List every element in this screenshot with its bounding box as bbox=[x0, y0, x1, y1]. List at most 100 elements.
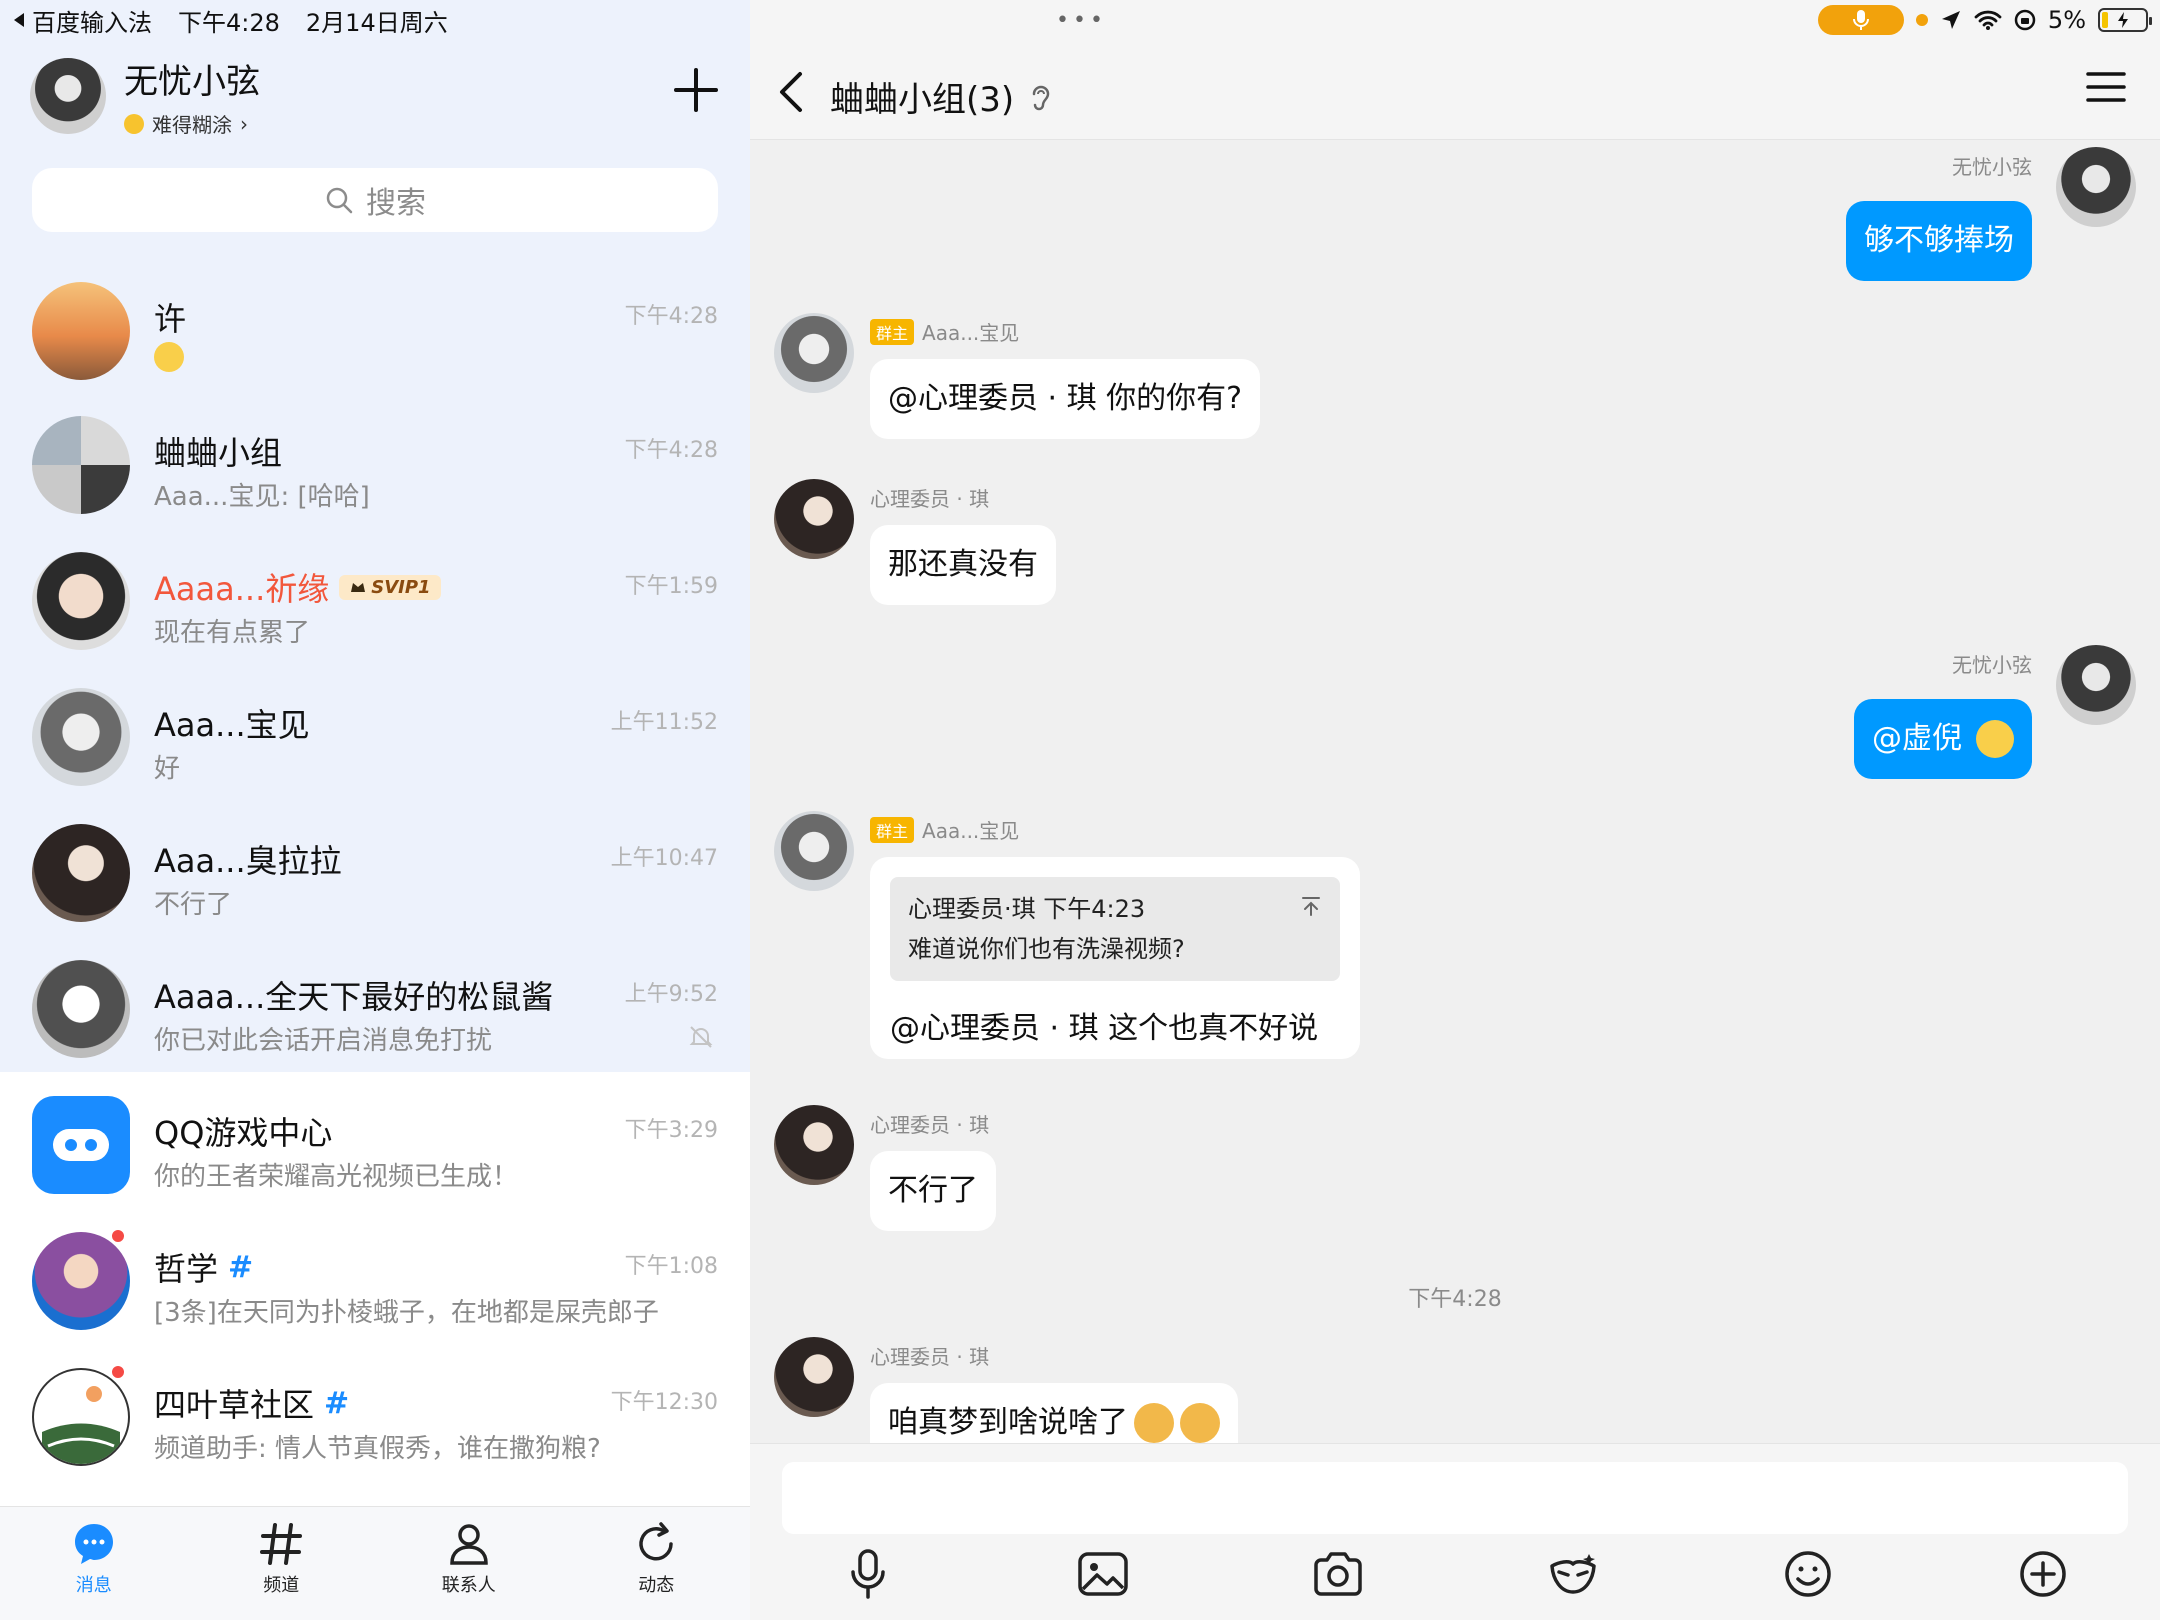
message-bubble[interactable]: 够不够捧场 bbox=[1846, 201, 2032, 281]
message-bubble[interactable]: @心理委员 · 琪 你的你有? bbox=[870, 359, 1261, 439]
my-avatar[interactable] bbox=[30, 58, 106, 134]
orientation-lock-icon bbox=[2014, 9, 2036, 31]
search-placeholder: 搜索 bbox=[366, 186, 426, 221]
hamburger-menu-icon bbox=[2086, 72, 2126, 102]
emoji-button[interactable] bbox=[1780, 1546, 1836, 1602]
back-button[interactable] bbox=[776, 70, 806, 114]
battery-percent: 5% bbox=[2047, 6, 2086, 34]
sender-avatar[interactable] bbox=[774, 313, 854, 393]
conversation-preview: Aaa...宝见: [哈哈] bbox=[154, 482, 370, 512]
conversation-item[interactable]: Aaa...臭拉拉 不行了 上午10:47 bbox=[0, 800, 750, 934]
search-input[interactable]: 搜索 bbox=[32, 168, 718, 232]
multitasking-dots[interactable]: ••• bbox=[1056, 8, 1107, 33]
message-bubble[interactable]: 咱真梦到啥说啥了 bbox=[870, 1383, 1238, 1443]
conversation-preview bbox=[154, 342, 184, 379]
message-input[interactable] bbox=[782, 1462, 2128, 1534]
sticker-button[interactable] bbox=[1545, 1546, 1601, 1602]
input-bar bbox=[750, 1443, 2160, 1620]
conversation-time: 下午4:28 bbox=[624, 438, 718, 463]
sender-avatar[interactable] bbox=[774, 479, 854, 559]
menu-button[interactable] bbox=[2086, 70, 2126, 104]
message-list[interactable]: 无忧小弦 够不够捧场 群主 Aaa...宝见 @心理委员 · 琪 你的你有? 心… bbox=[750, 141, 2160, 1443]
camera-icon bbox=[1313, 1552, 1362, 1596]
message-text: @虚倪 bbox=[1872, 721, 1962, 756]
unread-dot bbox=[110, 1364, 126, 1380]
image-icon bbox=[1077, 1552, 1128, 1596]
channel-hash-icon: # bbox=[228, 1249, 254, 1285]
conversation-item[interactable]: Aaaa...全天下最好的松鼠酱 你已对此会话开启消息免打扰 上午9:52 bbox=[0, 936, 750, 1070]
more-button[interactable] bbox=[2015, 1546, 2071, 1602]
conversation-item[interactable]: QQ游戏中心 你的王者荣耀高光视频已生成！ 下午3:29 bbox=[0, 1072, 750, 1206]
chat-title[interactable]: 蛐蛐小组(3) bbox=[830, 72, 1052, 121]
sender-avatar[interactable] bbox=[774, 1105, 854, 1185]
conversation-time: 下午3:29 bbox=[624, 1118, 718, 1143]
message-outgoing: 无忧小弦 @虚倪 bbox=[1536, 645, 2136, 785]
profile-status[interactable]: 难得糊涂 › bbox=[124, 109, 260, 138]
sender-avatar[interactable] bbox=[774, 811, 854, 891]
input-toolbar bbox=[750, 1546, 2160, 1602]
sender-avatar[interactable] bbox=[2056, 147, 2136, 227]
crying-emoji-icon bbox=[1180, 1403, 1220, 1443]
camera-button[interactable] bbox=[1310, 1546, 1366, 1602]
conversation-time: 下午1:08 bbox=[624, 1254, 718, 1279]
sender-name: Aaa...宝见 bbox=[922, 819, 1020, 843]
laughing-emoji-icon bbox=[1976, 720, 2014, 758]
channel-hash-icon: # bbox=[324, 1385, 350, 1421]
conversation-item[interactable]: 哲学 # [3条]在天同为扑棱蛾子，在地都是屎壳郎子 下午1:08 bbox=[0, 1208, 750, 1342]
sender-avatar[interactable] bbox=[2056, 645, 2136, 725]
conversation-name: Aaa...臭拉拉 bbox=[154, 842, 342, 880]
mute-bell-icon bbox=[688, 1024, 714, 1050]
chevron-right-icon: › bbox=[240, 111, 248, 136]
tab-contacts[interactable]: 联系人 bbox=[375, 1507, 563, 1620]
tab-feed[interactable]: 动态 bbox=[563, 1507, 751, 1620]
sender-name-row: 群主 Aaa...宝见 bbox=[870, 317, 1019, 346]
conversation-name: Aaa...宝见 bbox=[154, 706, 310, 744]
quote-header: 心理委员·琪 下午4:23 bbox=[908, 895, 1146, 923]
back-to-app-button[interactable]: 百度输入法 bbox=[12, 3, 152, 38]
profile-header[interactable]: 无忧小弦 难得糊涂 › bbox=[30, 54, 260, 138]
refresh-circle-icon bbox=[639, 1522, 673, 1561]
contact-avatar bbox=[32, 824, 130, 922]
wifi-icon bbox=[1974, 10, 2002, 30]
tab-label: 频道 bbox=[263, 1575, 300, 1596]
message-bubble[interactable]: 不行了 bbox=[870, 1151, 996, 1231]
tab-channels[interactable]: 频道 bbox=[188, 1507, 376, 1620]
conversation-item[interactable]: 四叶草社区 # 频道助手: 情人节真假秀，谁在撒狗粮? 下午12:30 bbox=[0, 1344, 750, 1478]
bottom-tab-bar: 消息 频道 联系人 动态 bbox=[0, 1506, 750, 1620]
conversation-name-row: 四叶草社区 # bbox=[154, 1380, 349, 1426]
conversation-preview: 你已对此会话开启消息免打扰 bbox=[154, 1026, 493, 1056]
tab-messages[interactable]: 消息 bbox=[0, 1507, 188, 1620]
quote-text: 难道说你们也有洗澡视频? bbox=[908, 935, 1185, 963]
conversation-item[interactable]: Aaaa...祈缘 SVIP1 现在有点累了 下午1:59 bbox=[0, 528, 750, 662]
conversation-name-row: 哲学 # bbox=[154, 1244, 253, 1290]
sender-name: 心理委员 · 琪 bbox=[870, 1113, 990, 1137]
message-bubble[interactable]: 那还真没有 bbox=[870, 525, 1056, 605]
voice-button[interactable] bbox=[840, 1546, 896, 1602]
game-center-avatar bbox=[32, 1096, 130, 1194]
profile-name: 无忧小弦 bbox=[124, 62, 260, 102]
search-icon bbox=[326, 187, 353, 214]
location-arrow-icon bbox=[1941, 11, 1960, 29]
group-owner-badge: 群主 bbox=[870, 816, 915, 843]
tab-label: 联系人 bbox=[441, 1575, 496, 1596]
sender-avatar[interactable] bbox=[774, 1337, 854, 1417]
message-bubble-with-quote[interactable]: 心理委员·琪 下午4:23 难道说你们也有洗澡视频? @心理委员 · 琪 这个也… bbox=[870, 857, 1360, 1059]
charging-bolt-icon bbox=[2118, 12, 2128, 28]
crown-icon bbox=[351, 583, 366, 592]
conversation-item[interactable]: Aaa...宝见 好 上午11:52 bbox=[0, 664, 750, 798]
conversation-item[interactable]: 许 下午4:28 bbox=[0, 258, 750, 392]
image-button[interactable] bbox=[1075, 1546, 1131, 1602]
group-owner-badge: 群主 bbox=[870, 318, 915, 345]
plus-circle-icon bbox=[2019, 1551, 2066, 1597]
message-bubble[interactable]: @虚倪 bbox=[1854, 699, 2032, 779]
quoted-message[interactable]: 心理委员·琪 下午4:23 难道说你们也有洗澡视频? bbox=[890, 877, 1340, 981]
conversation-item[interactable]: 蛐蛐小组 Aaa...宝见: [哈哈] 下午4:28 bbox=[0, 392, 750, 526]
add-button[interactable] bbox=[672, 66, 720, 114]
status-bar-left: 百度输入法 下午4:28 2月14日周六 bbox=[12, 3, 448, 38]
sender-name: 无忧小弦 bbox=[1952, 155, 2032, 179]
microphone-in-use-indicator bbox=[1817, 5, 1904, 35]
message-text: 咱真梦到啥说啥了 bbox=[888, 1405, 1128, 1440]
mask-sticker-icon bbox=[1549, 1554, 1596, 1594]
crying-emoji-icon bbox=[1134, 1403, 1174, 1443]
time-separator: 下午4:28 bbox=[1408, 1287, 1502, 1312]
